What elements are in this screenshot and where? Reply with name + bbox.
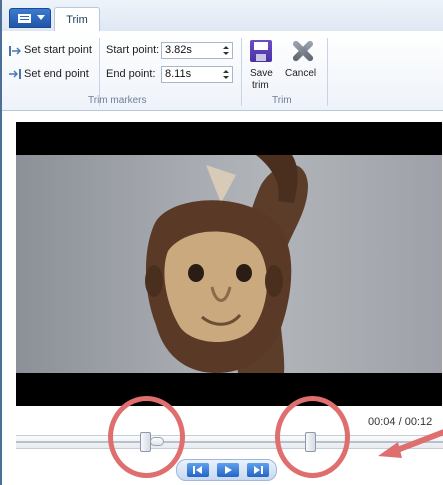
- close-icon: [289, 38, 315, 64]
- tab-trim[interactable]: Trim: [54, 7, 100, 32]
- video-frame: [16, 155, 442, 373]
- start-point-value: 3.82s: [165, 44, 192, 56]
- set-end-point-icon: [9, 69, 21, 79]
- application-menu-button[interactable]: [9, 8, 51, 28]
- spin-up-icon[interactable]: [223, 70, 229, 73]
- set-start-point-button[interactable]: Set start point: [24, 44, 92, 56]
- next-frame-button[interactable]: [247, 463, 269, 477]
- divider: [327, 38, 328, 106]
- end-point-label: End point:: [106, 68, 156, 80]
- spin-up-icon[interactable]: [223, 46, 229, 49]
- spin-down-icon[interactable]: [223, 76, 229, 79]
- cancel-button[interactable]: Cancel: [282, 36, 322, 94]
- set-end-point-button[interactable]: Set end point: [24, 68, 89, 80]
- monkey-figure-image: [145, 155, 308, 373]
- annotation-circle: [275, 396, 350, 478]
- trim-label: trim: [252, 80, 269, 91]
- start-point-label: Start point:: [106, 44, 160, 56]
- end-point-value: 8.11s: [165, 68, 192, 80]
- divider: [241, 38, 242, 106]
- save-icon: [250, 40, 272, 62]
- group-label-trim: Trim: [272, 95, 292, 106]
- previous-frame-button[interactable]: [187, 463, 209, 477]
- cancel-label: Cancel: [285, 68, 317, 79]
- start-point-field[interactable]: 3.82s: [161, 42, 233, 59]
- menu-icon: [18, 14, 31, 23]
- save-label: Save: [250, 68, 273, 79]
- end-point-field[interactable]: 8.11s: [161, 66, 233, 83]
- play-icon: [225, 466, 232, 474]
- previous-frame-icon: [193, 466, 202, 474]
- annotation-circle: [108, 396, 185, 478]
- play-button[interactable]: [217, 463, 239, 477]
- annotation-arrow-icon: [378, 429, 443, 458]
- set-start-point-icon: [9, 46, 21, 56]
- next-frame-icon: [254, 466, 263, 474]
- chevron-down-icon: [37, 15, 45, 20]
- save-trim-button[interactable]: Save trim: [244, 36, 278, 94]
- spin-down-icon[interactable]: [223, 52, 229, 55]
- playback-controls: [176, 459, 277, 481]
- group-label-trim-markers: Trim markers: [88, 95, 147, 106]
- ribbon-tab-bar: Trim: [2, 0, 443, 32]
